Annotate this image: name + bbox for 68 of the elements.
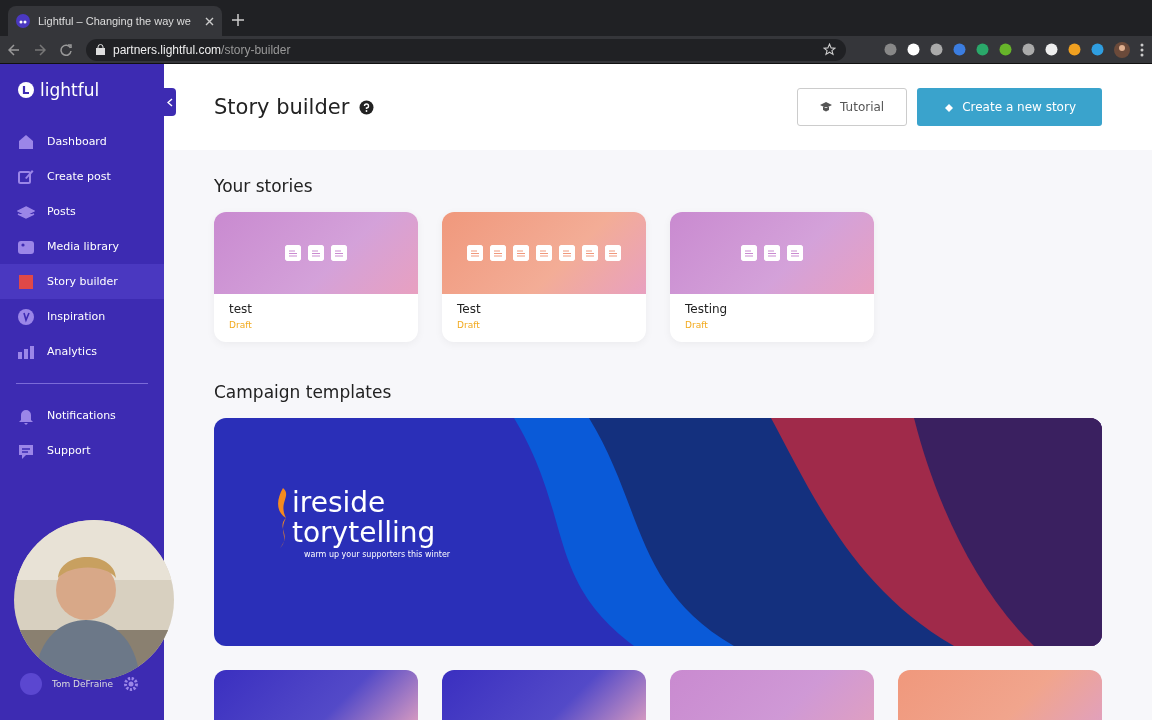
page-icon xyxy=(331,245,347,261)
collapse-button[interactable] xyxy=(164,88,176,116)
back-icon[interactable] xyxy=(8,43,20,56)
extension-icon[interactable] xyxy=(1022,43,1035,56)
section-heading: Your stories xyxy=(214,176,314,196)
extension-icon[interactable] xyxy=(930,43,943,56)
story-title: test xyxy=(228,301,254,318)
story-card[interactable]: Testing Draft xyxy=(670,212,874,342)
nav-item[interactable]: Inspiration xyxy=(0,299,164,334)
forward-icon[interactable] xyxy=(34,43,46,56)
nav-item[interactable]: Support xyxy=(0,433,164,468)
story-status: Draft xyxy=(684,320,709,330)
nav-item[interactable]: Analytics xyxy=(0,334,164,369)
template-card[interactable] xyxy=(442,670,646,720)
lightful-logo-icon xyxy=(16,14,30,28)
banner-title: torytelling xyxy=(292,518,436,548)
new-tab-icon[interactable] xyxy=(232,14,244,26)
page-icon xyxy=(582,245,598,261)
extension-icon[interactable] xyxy=(907,43,920,56)
page-icon xyxy=(308,245,324,261)
graduation-cap-icon xyxy=(820,102,833,112)
page-icon xyxy=(764,245,780,261)
logo-text: lightful xyxy=(40,80,100,100)
story-card[interactable]: test Draft xyxy=(214,212,418,342)
banner-tagline: warm up your supporters this winter xyxy=(304,550,451,559)
nav-item[interactable]: Create post xyxy=(0,159,164,194)
page-title: Story builder xyxy=(214,95,350,119)
address-bar[interactable]: partners.lightful.com/story-builder xyxy=(86,38,846,61)
page-icon xyxy=(490,245,506,261)
star-icon[interactable] xyxy=(823,43,836,56)
section-heading: Campaign templates xyxy=(214,382,393,402)
browser-tab[interactable]: Lightful – Changing the way we xyxy=(8,6,222,36)
page-icon xyxy=(741,245,757,261)
extension-icon[interactable] xyxy=(1045,43,1058,56)
chevron-left-icon xyxy=(167,97,173,107)
menu-icon[interactable] xyxy=(1140,42,1144,57)
banner-title: ireside xyxy=(292,488,386,518)
user-name: Tom DeFraine xyxy=(52,679,114,689)
story-title: Testing xyxy=(684,301,729,318)
home-icon xyxy=(17,132,35,151)
nav-item[interactable]: Dashboard xyxy=(0,124,164,159)
close-icon[interactable] xyxy=(205,16,214,26)
extension-icon[interactable] xyxy=(1068,43,1081,56)
story-card[interactable]: Test Draft xyxy=(442,212,646,342)
story-status: Draft xyxy=(228,320,253,330)
nav-item[interactable]: Notifications xyxy=(0,398,164,433)
template-banner[interactable]: ireside torytelling warm up your supporters this winter xyxy=(214,418,1102,646)
template-card[interactable] xyxy=(214,670,418,720)
page-icon xyxy=(513,245,529,261)
page-icon xyxy=(285,245,301,261)
nav-item[interactable]: Story builder xyxy=(0,264,164,299)
tutorial-button[interactable]: Tutorial xyxy=(797,88,908,126)
page-icon xyxy=(605,245,621,261)
nav-item[interactable]: Media library xyxy=(0,229,164,264)
page-icon xyxy=(467,245,483,261)
page-icon xyxy=(787,245,803,261)
settings-icon[interactable] xyxy=(123,676,140,692)
logo-icon xyxy=(16,80,36,100)
story-title: Test xyxy=(456,301,482,318)
page-icon xyxy=(559,245,575,261)
avatar-icon[interactable] xyxy=(1114,41,1130,58)
page-icon xyxy=(536,245,552,261)
story-status: Draft xyxy=(456,320,481,330)
lock-icon xyxy=(96,44,105,55)
nav-item[interactable]: Posts xyxy=(0,194,164,229)
help-icon[interactable] xyxy=(359,99,375,115)
edit-icon xyxy=(17,167,35,186)
reload-icon[interactable] xyxy=(60,43,72,56)
